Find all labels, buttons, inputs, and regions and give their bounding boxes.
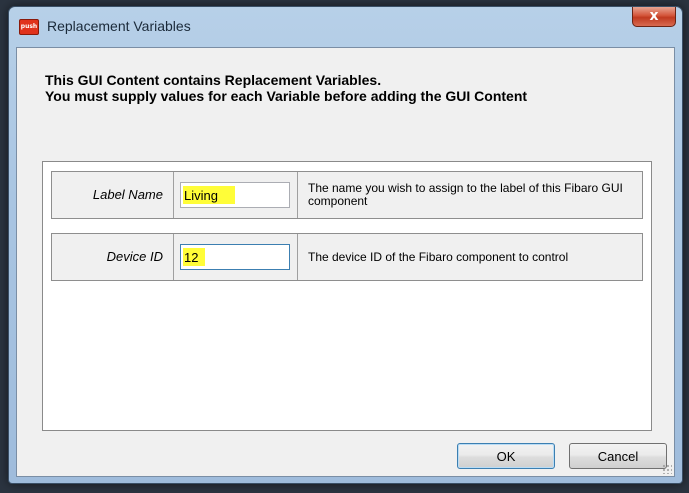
variable-input-cell — [174, 234, 298, 280]
ok-button[interactable]: OK — [457, 443, 555, 469]
title-bar[interactable]: push Replacement Variables x — [9, 7, 682, 47]
variable-row-device-id: Device ID The device ID of the Fibaro co… — [51, 233, 643, 281]
instructions-line-1: This GUI Content contains Replacement Va… — [45, 72, 382, 88]
instructions-line-2: You must supply values for each Variable… — [45, 88, 528, 104]
app-logo-icon: push — [19, 19, 39, 35]
variables-panel: Label Name The name you wish to assign t… — [42, 161, 652, 431]
instructions: This GUI Content contains Replacement Va… — [45, 72, 527, 104]
window-title: Replacement Variables — [47, 18, 191, 34]
dialog-body: This GUI Content contains Replacement Va… — [16, 47, 675, 477]
label-name-input[interactable] — [180, 182, 290, 208]
cancel-button[interactable]: Cancel — [569, 443, 667, 469]
close-button[interactable]: x — [632, 7, 676, 27]
dialog-window: push Replacement Variables x This GUI Co… — [8, 6, 683, 484]
variable-description: The name you wish to assign to the label… — [308, 181, 623, 208]
variable-description: The device ID of the Fibaro component to… — [308, 249, 569, 264]
resize-grip-icon[interactable] — [662, 464, 672, 474]
device-id-input[interactable] — [180, 244, 290, 270]
variable-label: Label Name — [52, 172, 174, 218]
variable-row-label-name: Label Name The name you wish to assign t… — [51, 171, 643, 219]
close-icon: x — [649, 8, 659, 24]
variable-label: Device ID — [52, 234, 174, 280]
variable-input-cell — [174, 172, 298, 218]
